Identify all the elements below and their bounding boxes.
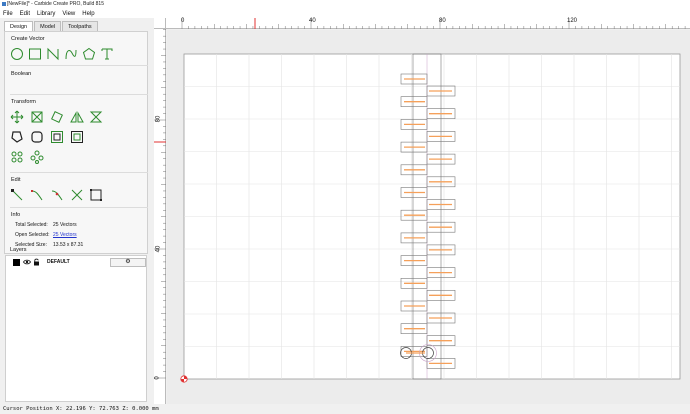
circular-array-icon[interactable] [30,150,44,164]
edit-title: Edit [11,177,21,183]
layer-color-swatch[interactable] [13,259,20,266]
design-canvas[interactable] [167,30,690,404]
menu-library[interactable]: Library [37,11,55,17]
divider [10,94,148,95]
left-panel: Design Model Toolpaths Create Vector Boo… [0,18,152,404]
menu-file[interactable]: File [3,11,13,17]
left-ruler-label: 80 [155,115,162,123]
rotate-icon[interactable] [50,110,64,124]
polygon-icon[interactable] [82,47,96,61]
scale-icon[interactable] [30,110,44,124]
bounding-box-icon[interactable] [89,188,103,202]
status-bar: Cursor Position X: 22.196 Y: 72.763 Z: 0… [0,404,690,414]
top-ruler-label: 40 [309,18,316,24]
window-title: [NewFile]* - Carbide Create PRO, Build 8… [7,1,104,7]
tab-toolpaths[interactable]: Toolpaths [62,21,98,31]
layer-row[interactable]: DEFAULT ⚙ [6,258,146,267]
left-ruler-svg [154,29,166,379]
menu-edit[interactable]: Edit [20,11,30,17]
divider [10,65,148,66]
ruler-corner [154,18,166,29]
fillet-icon[interactable] [30,130,44,144]
move-icon[interactable] [10,110,24,124]
left-ruler-label: 0 [154,376,161,380]
info-title: Info [11,212,21,218]
create-vector-title: Create Vector [11,36,45,42]
offset-icon[interactable] [10,130,24,144]
text-icon[interactable] [100,47,114,61]
menu-view[interactable]: View [62,11,75,17]
align-icon[interactable] [89,110,103,124]
node-edit-icon[interactable] [10,188,24,202]
top-ruler-label: 0 [181,18,185,24]
tab-design[interactable]: Design [4,21,34,31]
info-open-selected: Open Selected: 25 Vectors [15,232,77,238]
trim-icon[interactable] [30,188,44,202]
left-ruler[interactable]: 80 40 0 [154,29,166,404]
cut-icon[interactable] [70,188,84,202]
divider [10,207,148,208]
top-ruler-label: 80 [439,18,446,24]
menu-bar: File Edit Library View Help [0,9,690,18]
title-bar: [NewFile]* - Carbide Create PRO, Build 8… [0,0,690,9]
design-panel: Create Vector Boolean Transform Edit Inf… [4,31,148,254]
layer-settings-button[interactable]: ⚙ [110,258,146,267]
boolean-title: Boolean [11,71,32,77]
layers-list: DEFAULT ⚙ [5,255,147,402]
top-ruler-label: 120 [567,18,578,24]
gear-icon: ⚙ [125,259,131,265]
eye-icon[interactable] [23,258,31,268]
ungroup-icon[interactable] [70,130,84,144]
canvas-svg[interactable] [167,30,690,404]
lock-icon[interactable] [33,258,40,268]
polyline-icon[interactable] [46,47,60,61]
panel-tabs: Design Model Toolpaths [4,21,99,31]
divider [10,172,148,173]
menu-help[interactable]: Help [82,11,94,17]
group-icon[interactable] [50,130,64,144]
array-icon[interactable] [10,150,24,164]
top-ruler[interactable]: 0 40 80 120 [166,18,690,29]
open-selected-link[interactable]: 25 Vectors [53,232,77,238]
transform-title: Transform [11,99,36,105]
top-ruler-svg [181,18,686,29]
layer-name: DEFAULT [47,259,70,265]
cursor-position: Cursor Position X: 22.196 Y: 72.763 Z: 0… [3,406,159,412]
app-icon [2,2,6,6]
left-ruler-label: 40 [155,245,162,253]
layers-title: Layers [10,247,27,253]
origin-marker [180,375,188,383]
info-total-selected: Total Selected: 25 Vectors [15,222,77,228]
join-icon[interactable] [50,188,64,202]
curve-icon[interactable] [64,47,78,61]
mirror-icon[interactable] [70,110,84,124]
tab-model[interactable]: Model [34,21,62,31]
rectangle-icon[interactable] [28,47,42,61]
circle-icon[interactable] [10,47,24,61]
